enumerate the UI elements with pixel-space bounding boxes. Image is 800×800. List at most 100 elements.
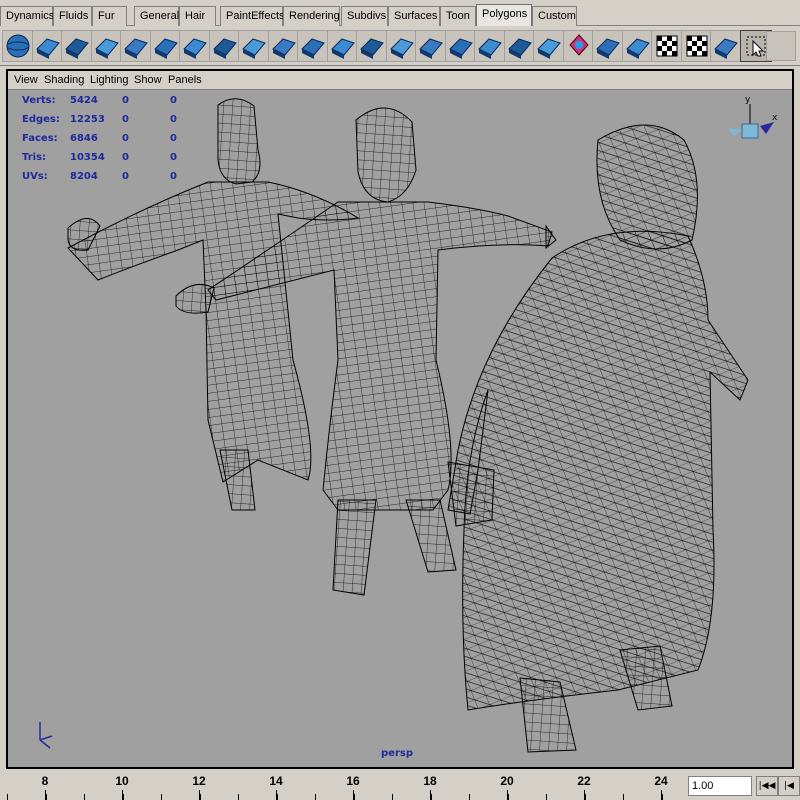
- cone-shelf-button[interactable]: [90, 30, 123, 62]
- tab-polygons[interactable]: Polygons: [476, 4, 532, 26]
- hud-value: 0: [122, 152, 129, 163]
- extrude-edge-icon: [330, 38, 355, 59]
- tab-painteffects[interactable]: PaintEffects: [220, 6, 285, 26]
- torus-shelf-button[interactable]: [149, 30, 182, 62]
- layout-uv-icon: [686, 35, 707, 57]
- time-tick-minor: [392, 794, 393, 800]
- hud-value: 0: [170, 95, 177, 106]
- tab-custom[interactable]: Custom: [532, 6, 577, 26]
- tab-fluids[interactable]: Fluids: [53, 6, 92, 26]
- hud-value: 0: [170, 114, 177, 125]
- perspective-viewport[interactable]: View Shading Lighting Show Panels y x Ve…: [6, 69, 794, 769]
- current-frame-field[interactable]: 1.00: [688, 776, 752, 796]
- time-tick-label: 24: [654, 774, 668, 788]
- uv-cylindrical-shelf-button[interactable]: [592, 30, 624, 62]
- plane-shelf-button[interactable]: [120, 30, 152, 62]
- cylinder-shelf-button[interactable]: [61, 30, 93, 62]
- hud-value: 5424: [70, 95, 98, 106]
- split-polygon-icon: [360, 38, 384, 59]
- time-tick-label: 22: [577, 774, 591, 788]
- go-to-start-button[interactable]: |◀◀: [756, 776, 778, 796]
- time-tick-minor: [546, 794, 547, 800]
- poke-shelf-button[interactable]: [533, 30, 565, 62]
- tab-rendering[interactable]: Rendering: [283, 6, 340, 26]
- merge-vertices-icon: [478, 38, 502, 59]
- cube-icon: [35, 38, 60, 59]
- auto-map-shelf-button[interactable]: [621, 30, 654, 62]
- uv-editor-shelf-button[interactable]: [710, 30, 742, 62]
- separate-shelf-button[interactable]: [208, 30, 241, 62]
- hud-value: 0: [170, 152, 177, 163]
- tab-dynamics[interactable]: Dynamics: [0, 6, 54, 26]
- extrude-face-shelf-button[interactable]: [297, 30, 329, 62]
- time-tick-minor: [353, 794, 355, 800]
- hud-value: 12253: [70, 114, 105, 125]
- empty-shelf-slot: [766, 31, 796, 61]
- layout-uv-shelf-button[interactable]: [680, 30, 713, 62]
- tab-subdivs[interactable]: Subdivs: [341, 6, 388, 26]
- subdivide-icon: [507, 38, 532, 59]
- hud-value: 0: [122, 171, 129, 182]
- time-tick-label: 10: [115, 774, 129, 788]
- extrude-edge-shelf-button[interactable]: [326, 30, 359, 62]
- time-slider[interactable]: 8 10 12 14 16 18 20 22 24: [0, 771, 682, 800]
- cut-faces-shelf-button[interactable]: [415, 30, 447, 62]
- hud-label: Faces:: [22, 133, 58, 144]
- hud-value: 0: [122, 114, 129, 125]
- time-tick-label: 12: [192, 774, 206, 788]
- tab-toon[interactable]: Toon: [440, 6, 476, 26]
- time-tick-minor: [161, 794, 162, 800]
- hud-label: Edges:: [22, 114, 60, 125]
- polygons-shelf: [0, 26, 800, 66]
- tab-general[interactable]: General: [134, 6, 179, 26]
- wireframe-scene[interactable]: y x: [8, 90, 792, 767]
- sphere-shelf-button[interactable]: [2, 30, 34, 62]
- time-tick-minor: [507, 794, 509, 800]
- cube-shelf-button[interactable]: [31, 30, 64, 62]
- auto-map-icon: [625, 38, 650, 59]
- bevel-shelf-button[interactable]: [444, 30, 477, 62]
- plane-icon: [124, 38, 148, 59]
- tab-hair[interactable]: Hair: [179, 6, 216, 26]
- time-tick-label: 8: [41, 774, 49, 788]
- menu-lighting[interactable]: Lighting: [90, 74, 129, 86]
- time-tick-minor: [469, 794, 470, 800]
- hud-value: 0: [170, 171, 177, 182]
- split-polygon-shelf-button[interactable]: [356, 30, 388, 62]
- time-tick-minor: [122, 794, 124, 800]
- menu-show[interactable]: Show: [134, 74, 162, 86]
- combine-shelf-button[interactable]: [179, 30, 211, 62]
- merge-vertices-shelf-button[interactable]: [474, 30, 506, 62]
- tab-surfaces[interactable]: Surfaces: [388, 6, 440, 26]
- time-tick-minor: [276, 794, 278, 800]
- subdivide-shelf-button[interactable]: [503, 30, 536, 62]
- append-polygon-icon: [389, 38, 414, 59]
- time-tick-label: 20: [500, 774, 514, 788]
- uv-planar-shelf-button[interactable]: [562, 30, 595, 62]
- smooth-shelf-button[interactable]: [267, 30, 300, 62]
- hud-label: UVs:: [22, 171, 48, 182]
- extract-icon: [242, 38, 266, 59]
- step-back-button[interactable]: |◀: [778, 776, 800, 796]
- menu-shading[interactable]: Shading: [44, 74, 84, 86]
- time-tick-minor: [238, 794, 239, 800]
- wireframe-figure-left[interactable]: [67, 98, 360, 511]
- separate-icon: [212, 38, 237, 59]
- time-tick-minor: [199, 794, 201, 800]
- menu-panels[interactable]: Panels: [168, 74, 202, 86]
- extrude-face-icon: [301, 38, 325, 59]
- hud-value: 6846: [70, 133, 98, 144]
- hud-value: 10354: [70, 152, 105, 163]
- time-tick-minor: [661, 794, 663, 800]
- checker-shelf-button[interactable]: [651, 30, 683, 62]
- view-axis-gizmo[interactable]: y x: [728, 95, 778, 139]
- menu-view[interactable]: View: [14, 74, 38, 86]
- hud-label: Tris:: [22, 152, 47, 163]
- append-polygon-shelf-button[interactable]: [385, 30, 418, 62]
- hud-value: 0: [170, 133, 177, 144]
- tab-fur[interactable]: Fur: [92, 6, 127, 26]
- checker-icon: [656, 35, 678, 57]
- extract-shelf-button[interactable]: [238, 30, 270, 62]
- uv-editor-icon: [714, 38, 738, 59]
- combine-icon: [183, 38, 207, 59]
